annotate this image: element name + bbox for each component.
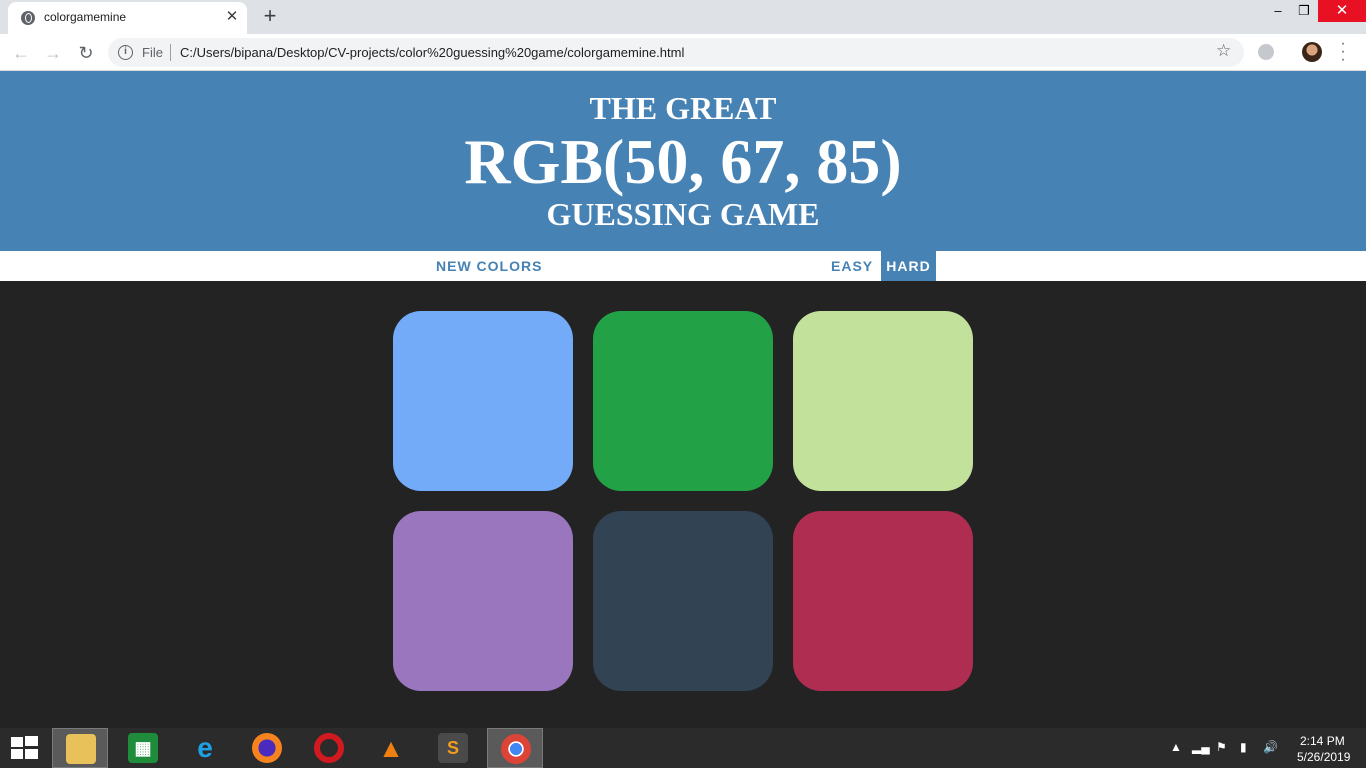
tab-close-button[interactable]: ✕ bbox=[224, 8, 240, 26]
clock-date[interactable]: 5/26/2019 bbox=[1297, 750, 1350, 764]
battery-icon[interactable]: ▮ bbox=[1240, 740, 1247, 754]
new-tab-button[interactable]: + bbox=[258, 4, 282, 28]
flag-icon[interactable]: ⚑ bbox=[1216, 740, 1227, 754]
color-square-5[interactable] bbox=[593, 511, 773, 691]
sublime-text-icon[interactable]: S bbox=[425, 728, 481, 768]
address-bar[interactable]: i File C:/Users/bipana/Desktop/CV-projec… bbox=[108, 38, 1244, 67]
clock-time[interactable]: 2:14 PM bbox=[1300, 734, 1345, 748]
browser-tab[interactable]: colorgamemine ✕ bbox=[8, 2, 247, 34]
color-square-4[interactable] bbox=[393, 511, 573, 691]
bookmark-star-icon[interactable]: ☆ bbox=[1216, 41, 1231, 61]
opera-icon[interactable] bbox=[301, 728, 357, 768]
tab-strip: colorgamemine ✕ + – ❐ ✕ bbox=[0, 0, 1366, 34]
control-stripe: NEW COLORS EASY HARD bbox=[0, 251, 1366, 281]
info-icon[interactable]: i bbox=[118, 45, 133, 60]
game-header: THE GREAT RGB(50, 67, 85) GUESSING GAME bbox=[0, 71, 1366, 251]
url-separator bbox=[170, 44, 171, 61]
color-square-3[interactable] bbox=[793, 311, 973, 491]
target-color-display: RGB(50, 67, 85) bbox=[464, 126, 902, 197]
volume-icon[interactable]: 🔊 bbox=[1263, 740, 1278, 754]
file-explorer-icon[interactable] bbox=[52, 728, 108, 768]
title-top: THE GREAT bbox=[589, 90, 777, 126]
tab-title: colorgamemine bbox=[44, 10, 127, 24]
url-scheme: File bbox=[142, 45, 163, 60]
extension-icon[interactable] bbox=[1258, 44, 1274, 60]
store-icon[interactable]: ▦ bbox=[115, 728, 171, 768]
close-window-button[interactable]: ✕ bbox=[1318, 0, 1366, 22]
url-text[interactable]: C:/Users/bipana/Desktop/CV-projects/colo… bbox=[180, 45, 684, 60]
color-square-1[interactable] bbox=[393, 311, 573, 491]
windows-start-icon[interactable] bbox=[10, 736, 38, 760]
vlc-icon[interactable]: ▲ bbox=[363, 728, 419, 768]
color-square-2[interactable] bbox=[593, 311, 773, 491]
windows-taskbar: ▦ e ▲ S ▲ ▂▄ ⚑ ▮ 🔊 2:14 PM 5/26/2019 bbox=[0, 728, 1366, 768]
game-page: THE GREAT RGB(50, 67, 85) GUESSING GAME … bbox=[0, 71, 1366, 728]
firefox-icon[interactable] bbox=[239, 728, 295, 768]
globe-icon bbox=[21, 11, 35, 25]
browser-toolbar: ← → ↻ i File C:/Users/bipana/Desktop/CV-… bbox=[0, 34, 1366, 71]
profile-avatar[interactable] bbox=[1302, 42, 1322, 62]
easy-mode-button[interactable]: EASY bbox=[825, 251, 879, 281]
chrome-icon[interactable] bbox=[487, 728, 543, 768]
new-colors-button[interactable]: NEW COLORS bbox=[430, 251, 548, 281]
internet-explorer-icon[interactable]: e bbox=[177, 728, 233, 768]
browser-menu-icon[interactable]: · · · bbox=[1338, 36, 1348, 68]
title-bottom: GUESSING GAME bbox=[546, 196, 820, 232]
forward-button[interactable]: → bbox=[41, 41, 65, 65]
color-square-6[interactable] bbox=[793, 511, 973, 691]
tray-chevron-icon[interactable]: ▲ bbox=[1170, 740, 1182, 754]
reload-button[interactable]: ↻ bbox=[74, 41, 98, 65]
hard-mode-button[interactable]: HARD bbox=[881, 251, 936, 281]
back-button[interactable]: ← bbox=[9, 41, 33, 65]
network-icon[interactable]: ▂▄ bbox=[1192, 740, 1210, 754]
